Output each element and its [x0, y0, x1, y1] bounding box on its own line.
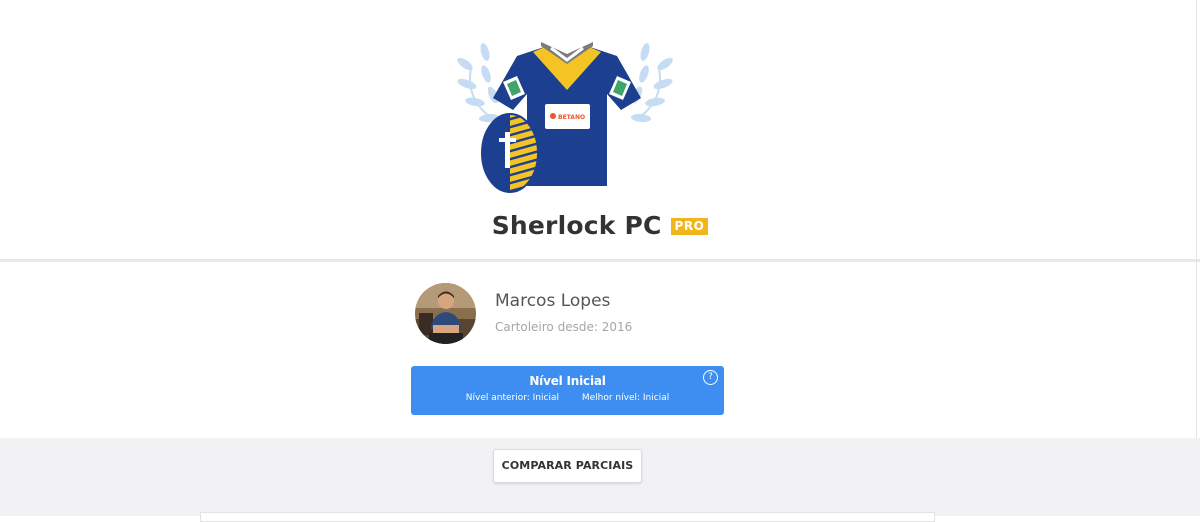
- pro-badge: PRO: [670, 217, 709, 235]
- owner-name: Marcos Lopes: [495, 291, 611, 311]
- page-edge-line: [1196, 0, 1197, 438]
- owner-since: Cartoleiro desde: 2016: [495, 320, 633, 334]
- avatar: [415, 283, 476, 344]
- content-card: [200, 512, 935, 522]
- header-divider: [0, 259, 1200, 262]
- team-name-row: Sherlock PC PRO: [0, 207, 1200, 243]
- level-details: Nível anterior: Inicial Melhor nível: In…: [411, 393, 724, 403]
- laurel-left-icon: [457, 43, 499, 123]
- team-name: Sherlock PC: [491, 210, 662, 240]
- level-card: Nível Inicial Nível anterior: Inicial Me…: [411, 366, 724, 415]
- team-shield: BETANO: [457, 42, 673, 193]
- team-header: BETANO Sherlock PC PRO: [0, 0, 1200, 259]
- laurel-right-icon: [631, 43, 673, 123]
- owner-info: Marcos Lopes Cartoleiro desde: 2016: [415, 283, 735, 345]
- sponsor-text: BETANO: [558, 114, 585, 121]
- help-icon[interactable]: ?: [703, 370, 718, 385]
- level-title: Nível Inicial: [529, 374, 606, 388]
- compare-parciais-button[interactable]: COMPARAR PARCIAIS: [493, 449, 642, 483]
- level-best: Melhor nível: Inicial: [581, 393, 670, 403]
- level-previous: Nível anterior: Inicial: [465, 393, 559, 403]
